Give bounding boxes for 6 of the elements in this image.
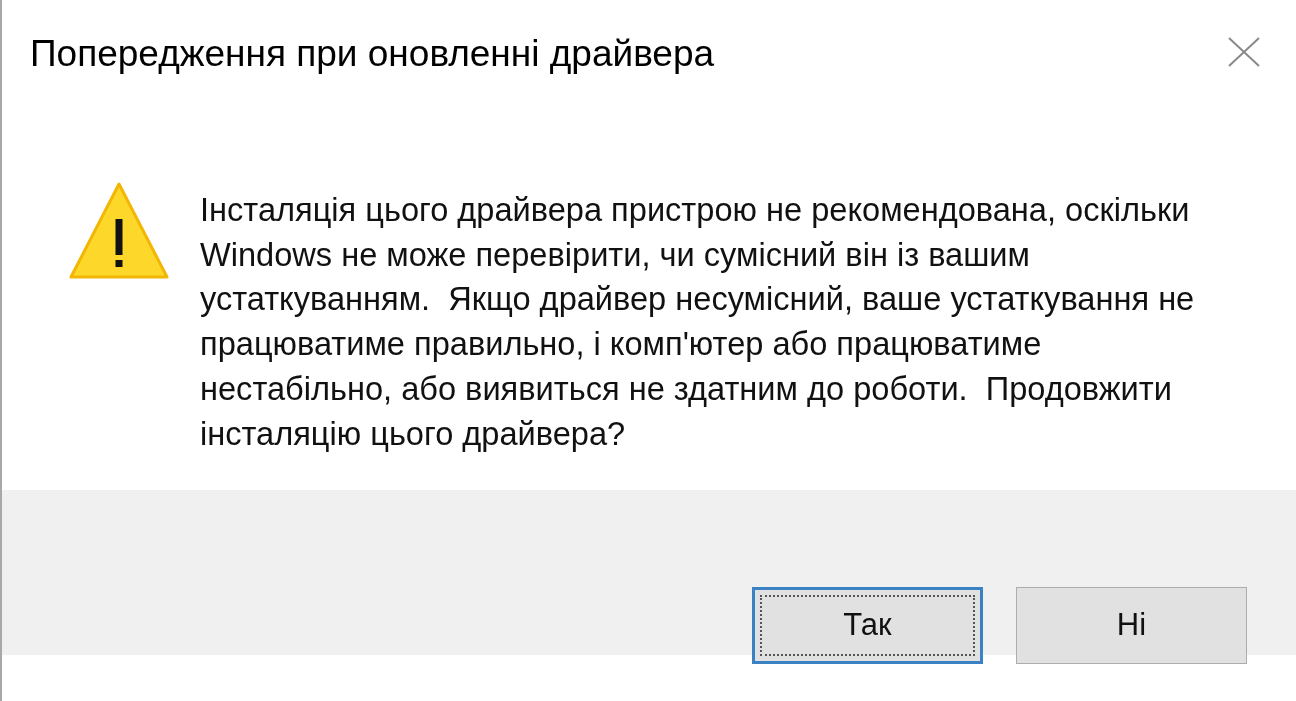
dialog-button[interactable]: Ні (1016, 587, 1247, 664)
window-title: Попередження при оновленні драйвера (30, 32, 715, 76)
close-icon[interactable] (1228, 37, 1260, 67)
warning-message: Інсталяція цього драйвера пристрою не рекомендована, оскільки Windows не може перевірити, чи сумісний він із вашим устаткуванням. Якщо драйвер несумісний, ваше устаткування не працюватиме правильно, і комп'ютер або працюватиме нестабільно, або виявиться не здатним до роботи. Продовжити інсталяцію цього драйвера? (200, 190, 1196, 454)
dialog-button[interactable]: Так (752, 587, 983, 664)
warning-icon (68, 181, 170, 281)
